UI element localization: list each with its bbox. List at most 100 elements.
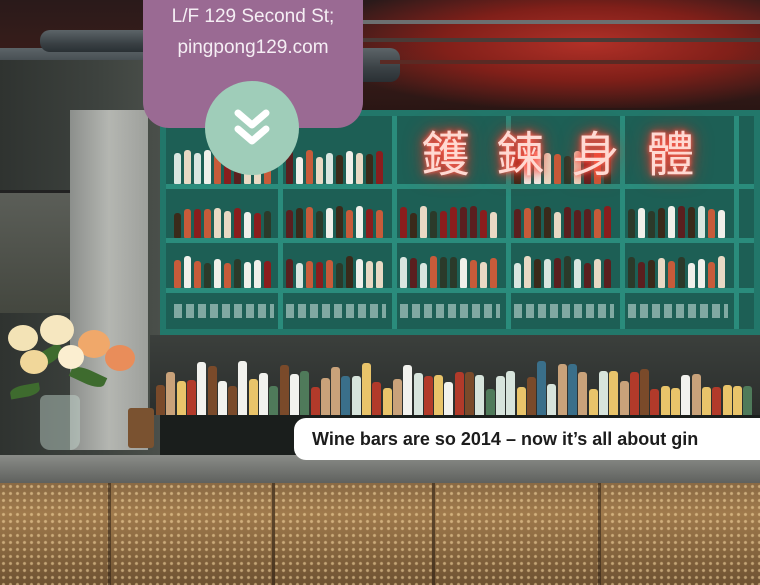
shelf-bottle	[514, 263, 521, 288]
back-bar-bottle	[372, 382, 382, 415]
bar-photo: 鑊鍊身體	[0, 0, 760, 585]
back-bar-bottle	[743, 386, 753, 415]
window	[0, 190, 70, 313]
shelf-bottle	[400, 257, 407, 288]
shelf-bottle	[470, 206, 477, 238]
shelf-bottle	[306, 261, 313, 288]
shelf-bottle	[648, 211, 655, 238]
shelf-bottle	[326, 260, 333, 288]
shelf-bottle	[450, 207, 457, 238]
back-bar-bottle	[186, 380, 196, 415]
shelf-bottle	[306, 150, 313, 184]
shelf-bottle	[356, 259, 363, 288]
address-website[interactable]: pingpong129.com	[143, 32, 363, 63]
shelf-bottle	[628, 209, 635, 238]
shelf-bottle	[410, 258, 417, 288]
back-bar-bottle	[722, 385, 732, 415]
shelf-bottle	[514, 209, 521, 238]
back-bar-bottle	[300, 371, 310, 415]
shelf-bottle	[584, 209, 591, 238]
back-bar-bottle	[382, 388, 392, 415]
back-bar-bottle	[547, 384, 557, 415]
shelf-bottle	[316, 262, 323, 288]
shelf-bottle	[534, 206, 541, 238]
shelf-bottle	[638, 262, 645, 288]
back-bar-bottle	[475, 375, 485, 415]
back-bar-bottle	[207, 366, 217, 415]
scroll-down-button[interactable]	[205, 81, 299, 175]
shelf-bottle	[326, 153, 333, 184]
back-bar-bottle	[362, 363, 371, 415]
shelf-bottle	[296, 208, 303, 238]
shelf-bottle	[204, 209, 211, 238]
back-bar-bottle	[650, 389, 660, 415]
shelf-bottle	[376, 210, 383, 238]
shelf-bottle	[638, 208, 645, 238]
vase	[40, 395, 80, 450]
shelf-bottle	[524, 256, 531, 288]
shelf-bottle	[184, 150, 191, 184]
back-bar-bottle	[485, 389, 495, 415]
back-bar-bottle	[423, 376, 433, 415]
shelf-bottle	[296, 263, 303, 288]
back-bar-bottle	[640, 369, 650, 415]
shelf-bottle	[234, 208, 241, 238]
shelf-bottle	[174, 260, 181, 288]
back-bar-bottle	[444, 382, 454, 415]
shelf-bottle	[420, 263, 427, 288]
shelf-bottle	[420, 206, 427, 238]
caption-banner: Wine bars are so 2014 – now it’s all abo…	[294, 418, 760, 460]
counter-front	[0, 483, 760, 585]
shelf-bottle	[184, 209, 191, 238]
shelf-bottle	[296, 157, 303, 184]
shelf-bottle	[460, 258, 467, 288]
back-bar-bottle	[465, 372, 474, 415]
back-bar-bottle	[434, 375, 444, 415]
shelf-bottle	[450, 257, 457, 288]
shelf-bottle	[410, 213, 417, 238]
back-bar-bottle	[289, 374, 299, 415]
back-bar-bottle	[259, 373, 268, 415]
back-bar-bottle	[691, 374, 701, 415]
shelf-bottle	[698, 259, 705, 288]
shelf-bottle	[554, 212, 561, 238]
back-bar-bottle	[454, 372, 464, 415]
back-bar-bottle	[197, 362, 207, 415]
shelf-bottle	[668, 261, 675, 288]
back-bar-bottle	[578, 372, 588, 415]
back-bar-bottle	[732, 386, 742, 415]
shelf-bottle	[336, 206, 343, 238]
back-bar-bottle	[619, 381, 629, 415]
shelf-bottle	[376, 151, 383, 184]
back-bar-bottle	[526, 377, 536, 415]
jar	[128, 408, 154, 448]
shelf-bottle	[224, 211, 231, 238]
back-bar-bottle	[495, 376, 505, 415]
back-bar-bottle	[279, 365, 289, 415]
shelf-bottle	[534, 259, 541, 288]
shelf-bottle	[214, 208, 221, 238]
concrete-column	[70, 110, 148, 450]
caption-text: Wine bars are so 2014 – now it’s all abo…	[312, 428, 699, 449]
shelf-bottle	[194, 209, 201, 238]
shelf-bottle	[564, 256, 571, 288]
back-bar-bottle	[341, 376, 351, 415]
shelf-bottle	[366, 154, 373, 184]
shelf-bottle	[346, 210, 353, 238]
shelf-bottle	[524, 208, 531, 238]
address-street: L/F 129 Second St;	[171, 6, 335, 27]
shelf-bottle	[708, 262, 715, 288]
shelf-bottle	[440, 211, 447, 238]
neon-sign: 鑊鍊身體	[421, 127, 699, 183]
back-bar-bottle	[557, 364, 567, 415]
back-bar-bottle	[156, 385, 165, 415]
shelf-bottle	[366, 261, 373, 288]
back-bar-bottle	[176, 381, 186, 415]
back-bar-bottle	[351, 376, 361, 415]
shelf-bottle	[688, 263, 695, 288]
back-bar-bottle	[671, 388, 680, 415]
back-bar-bottle	[598, 371, 608, 415]
shelf-bottle	[346, 151, 353, 184]
back-bar-bottle	[392, 379, 402, 415]
shelf-bottle	[376, 261, 383, 288]
